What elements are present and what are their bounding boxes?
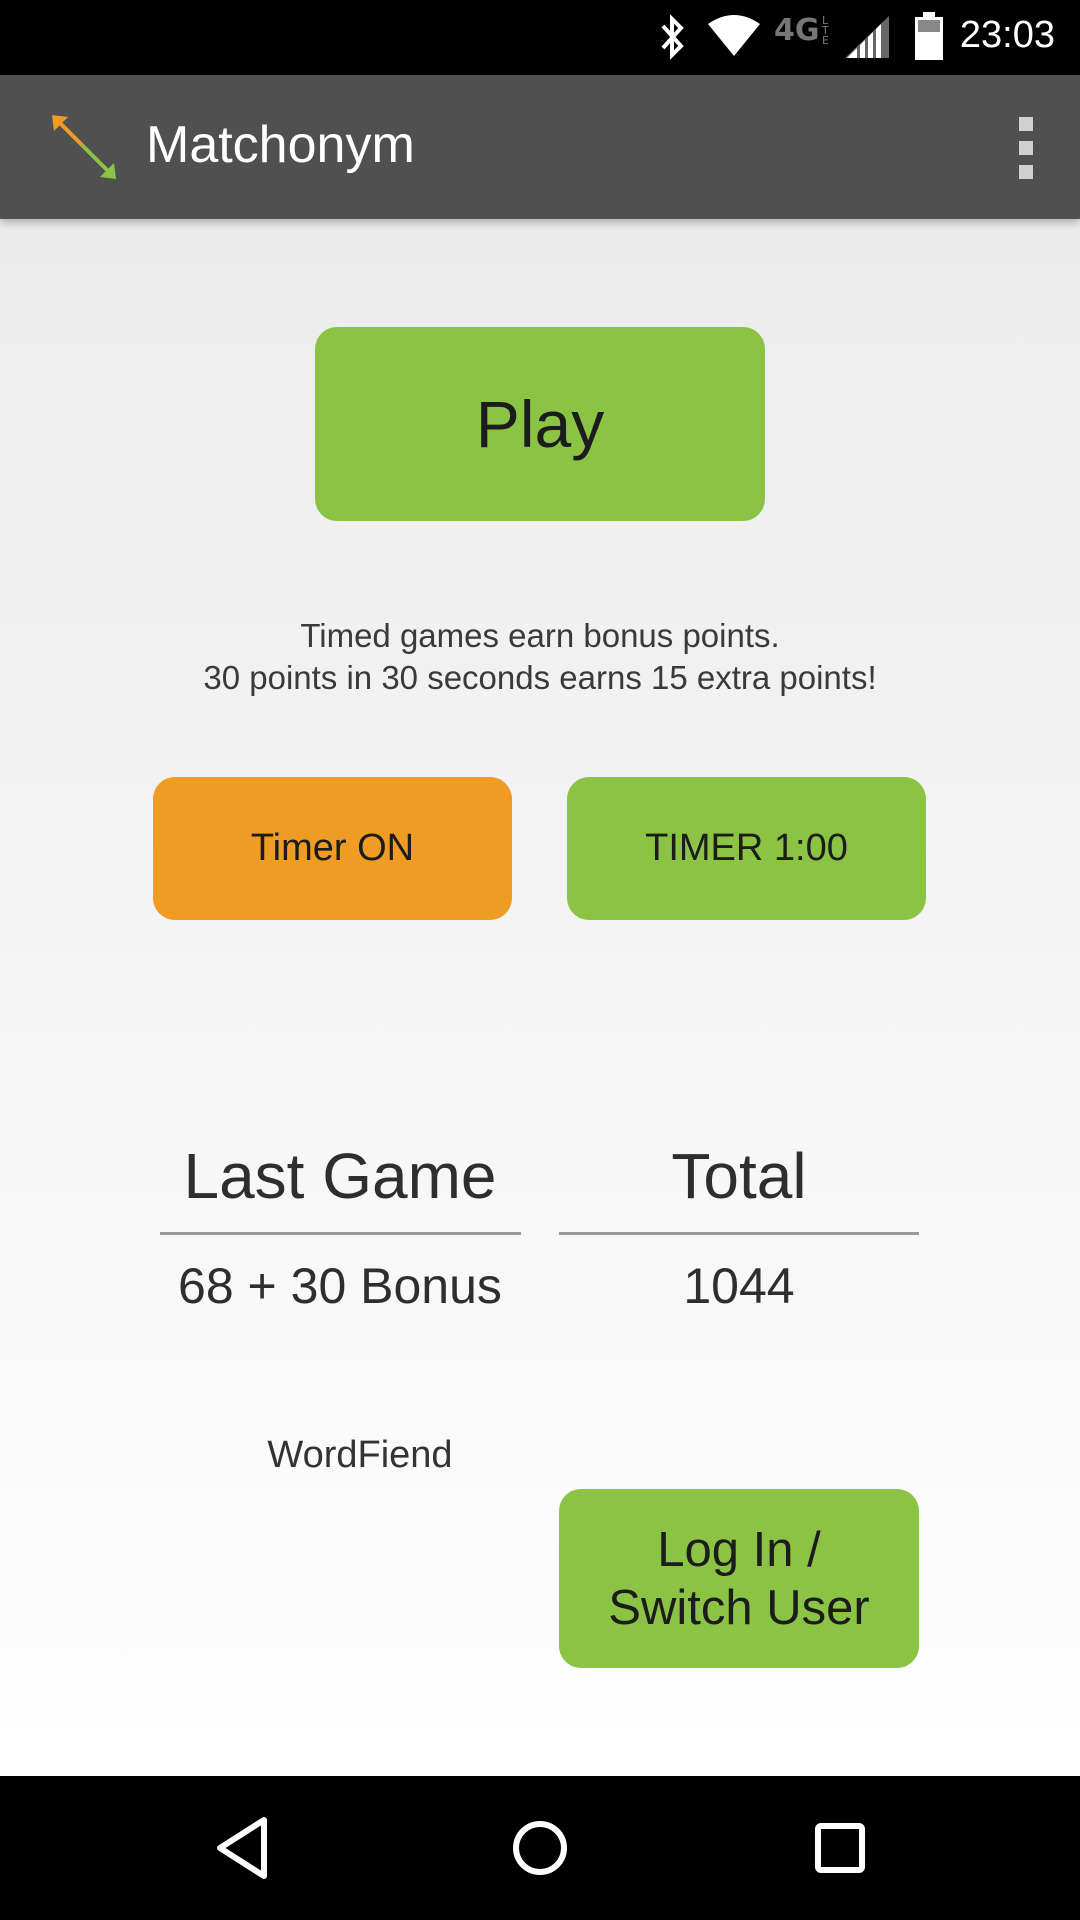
bluetooth-icon bbox=[661, 14, 684, 60]
last-game-divider bbox=[160, 1232, 521, 1235]
bonus-info-line-1: Timed games earn bonus points. bbox=[300, 617, 780, 654]
login-label-line-1: Log In / bbox=[657, 1522, 821, 1577]
bonus-info-text: Timed games earn bonus points. 30 points… bbox=[0, 615, 1080, 699]
total-heading: Total bbox=[671, 1140, 807, 1212]
total-score: 1044 bbox=[683, 1258, 795, 1314]
menu-dot bbox=[1019, 117, 1033, 131]
login-label-line-2: Switch User bbox=[608, 1580, 870, 1635]
main-content: Play Timed games earn bonus points. 30 p… bbox=[0, 219, 1080, 1776]
status-bar: 4G L T E 23:03 bbox=[0, 0, 1080, 75]
wifi-icon bbox=[708, 15, 760, 56]
status-time: 23:03 bbox=[959, 14, 1055, 56]
matchonym-arrows-icon bbox=[52, 115, 116, 179]
bonus-info-line-2: 30 points in 30 seconds earns 15 extra p… bbox=[203, 659, 877, 696]
last-game-score: 68 + 30 Bonus bbox=[178, 1258, 502, 1314]
screen: 4G L T E 23:03 Matchonym Play Timed game… bbox=[0, 0, 1080, 1920]
back-icon[interactable] bbox=[212, 1812, 272, 1884]
login-switch-user-button[interactable]: Log In / Switch User bbox=[559, 1489, 919, 1668]
timer-toggle-button[interactable]: Timer ON bbox=[153, 777, 512, 920]
app-bar: Matchonym bbox=[0, 75, 1080, 219]
svg-text:E: E bbox=[822, 34, 829, 46]
home-icon[interactable] bbox=[510, 1812, 570, 1884]
cell-signal-icon bbox=[845, 16, 889, 58]
battery-icon bbox=[915, 12, 943, 60]
network-4g-icon: 4G L T E bbox=[774, 13, 829, 46]
recents-icon[interactable] bbox=[810, 1812, 870, 1884]
timer-duration-button[interactable]: TIMER 1:00 bbox=[567, 777, 926, 920]
app-title: Matchonym bbox=[146, 116, 415, 174]
last-game-heading: Last Game bbox=[183, 1140, 497, 1212]
navigation-bar bbox=[0, 1776, 1080, 1920]
svg-text:4G: 4G bbox=[774, 13, 820, 46]
menu-dot bbox=[1019, 141, 1033, 155]
play-button[interactable]: Play bbox=[315, 327, 765, 521]
overflow-menu-icon[interactable] bbox=[1000, 113, 1050, 183]
total-divider bbox=[559, 1232, 919, 1235]
username-label: WordFiend bbox=[267, 1434, 453, 1476]
menu-dot bbox=[1019, 165, 1033, 179]
